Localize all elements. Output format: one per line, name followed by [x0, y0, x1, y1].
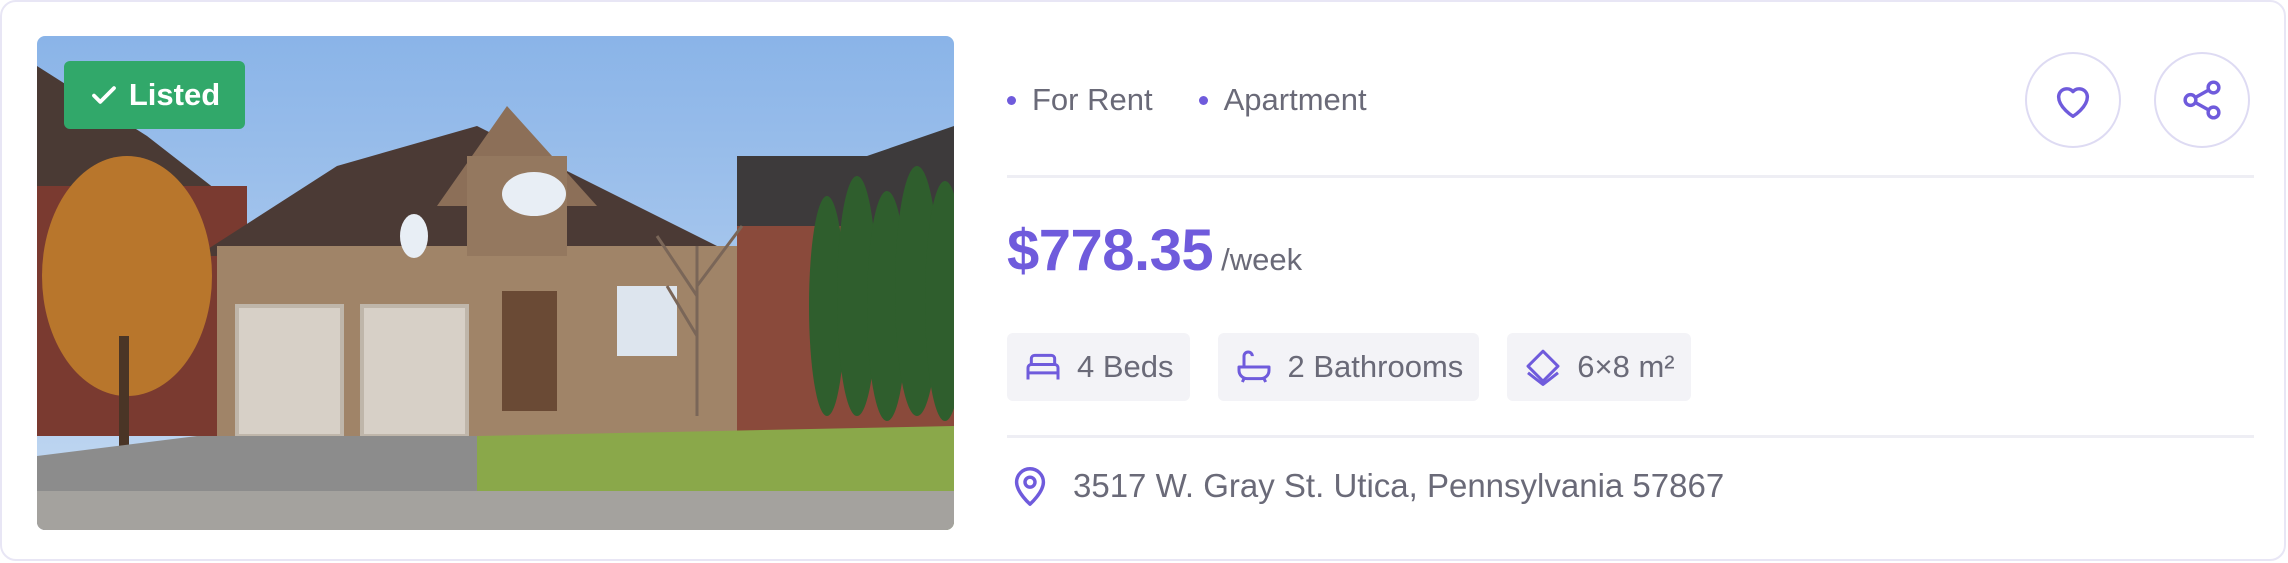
- feature-bathrooms: 2 Bathrooms: [1217, 333, 1480, 401]
- area-icon: [1526, 349, 1560, 386]
- divider: [1007, 435, 2254, 438]
- badge-label: Listed: [128, 77, 221, 112]
- bed-icon: [1026, 353, 1060, 380]
- bullet-icon: [1007, 95, 1016, 105]
- tag-apartment: Apartment: [1198, 82, 1367, 118]
- address: 3517 W. Gray St. Utica, Pennsylvania 578…: [1007, 463, 1724, 509]
- tag-label: For Rent: [1032, 82, 1153, 117]
- price-period: /week: [1221, 242, 1303, 277]
- tag-label: Apartment: [1223, 82, 1367, 117]
- divider: [1007, 175, 2254, 178]
- bullet-icon: [1198, 95, 1208, 105]
- address-text: 3517 W. Gray St. Utica, Pennsylvania 578…: [1073, 467, 1725, 504]
- location-pin-icon: [1014, 467, 1046, 506]
- feature-area: 6×8 m²: [1507, 333, 1691, 401]
- feature-label: 2 Bathrooms: [1287, 349, 1464, 384]
- price-row: $778.35 /week: [1007, 217, 1302, 284]
- feature-list: 4 Beds 2 Bathrooms 6×8 m²: [1007, 333, 1691, 401]
- bathtub-icon: [1237, 350, 1271, 383]
- listing-tags: For Rent Apartment: [1007, 82, 1367, 118]
- check-icon: [91, 86, 116, 104]
- listing-card[interactable]: Listed For Rent Apartment $778.35 /week …: [0, 0, 2286, 561]
- share-icon: [2183, 80, 2221, 120]
- feature-label: 6×8 m²: [1577, 349, 1675, 384]
- tag-for-rent: For Rent: [1007, 82, 1153, 118]
- listed-badge: Listed: [64, 61, 245, 129]
- price: $778.35: [1007, 218, 1214, 283]
- feature-label: 4 Beds: [1077, 349, 1174, 384]
- share-button[interactable]: [2154, 52, 2250, 148]
- feature-beds: 4 Beds: [1007, 333, 1190, 401]
- favorite-button[interactable]: [2025, 52, 2121, 148]
- heart-icon: [2056, 87, 2090, 119]
